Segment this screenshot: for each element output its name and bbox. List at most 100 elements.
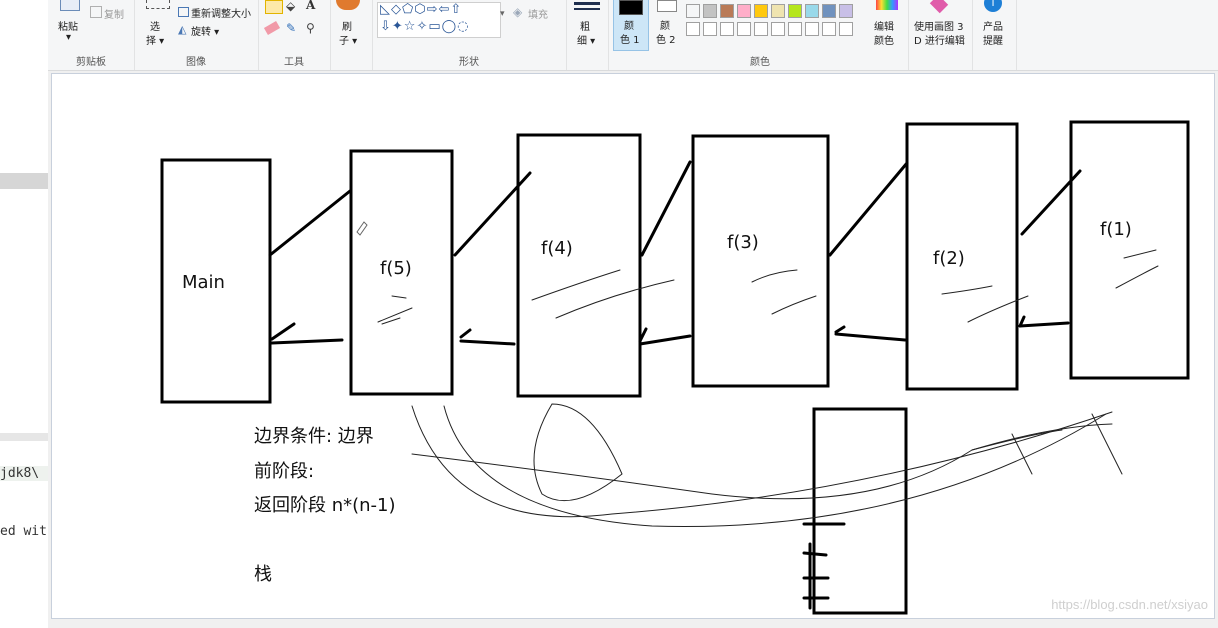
custom-swatch[interactable] (822, 22, 836, 36)
image-group: 选 择 ▾ 重新调整大小 ◭ 旋转 ▾ 图像 (134, 0, 259, 70)
pencil-icon[interactable] (265, 0, 283, 14)
box-f3 (691, 134, 830, 388)
custom-swatch[interactable] (839, 22, 853, 36)
product-alert-label-2: 提醒 (983, 36, 1003, 47)
label-f1: f(1) (1100, 219, 1132, 240)
palette-swatch[interactable] (771, 4, 785, 18)
brush-button[interactable]: 刷 (342, 18, 352, 33)
custom-swatch[interactable] (754, 22, 768, 36)
paint3d-button[interactable]: 使用画图 3 (914, 18, 964, 33)
stack-tick (802, 551, 828, 557)
select-icon (146, 0, 170, 9)
drawing-canvas[interactable]: Main f(5) f(4) f(3) f(2) f(1) 边界条件: 边界 前… (52, 74, 1214, 618)
image-group-label: 图像 (186, 57, 206, 68)
palette-swatch[interactable] (754, 4, 768, 18)
scribble-curve-1 (411, 405, 1113, 518)
custom-swatch[interactable] (771, 22, 785, 36)
rotate-button[interactable]: 旋转 (191, 27, 211, 38)
edit-colors-label-2: 颜色 (874, 36, 894, 47)
return-arrowhead (459, 328, 472, 339)
custom-swatch[interactable] (805, 22, 819, 36)
product-alert-button[interactable]: 产品 (983, 18, 1003, 33)
clipboard-group: 粘贴 ▾ 复制 剪贴板 (48, 0, 135, 70)
shapes-scroll-icon[interactable]: ▾ (500, 8, 505, 20)
paste-dropdown-icon[interactable]: ▾ (66, 32, 71, 43)
box-stack (812, 407, 908, 615)
copy-icon (90, 6, 102, 18)
resize-icon (178, 7, 189, 17)
note-return-phase: 返回阶段 n*(n-1) (254, 495, 396, 516)
tools-group-label: 工具 (284, 57, 304, 68)
resize-button[interactable]: 重新调整大小 (191, 5, 251, 20)
brush-group: 刷 子 ▾ (330, 0, 373, 70)
return-line-f1-f2 (1018, 321, 1070, 328)
custom-swatch[interactable] (720, 22, 734, 36)
call-line-main-f5 (268, 189, 352, 257)
custom-swatch[interactable] (788, 22, 802, 36)
size-dropdown-icon[interactable]: ▾ (587, 36, 595, 47)
fill-bucket-icon[interactable]: ⬙ (286, 0, 295, 12)
palette-swatch[interactable] (788, 4, 802, 18)
editor-scrollbar-band (0, 173, 48, 189)
return-arrowhead (270, 322, 296, 341)
palette-swatch[interactable] (703, 4, 717, 18)
custom-swatch[interactable] (686, 22, 700, 36)
color2-button[interactable]: 颜 色 2 (650, 0, 684, 50)
note-forward-phase: 前阶段: (254, 461, 315, 482)
shapes-group: ◺◇⬠⬡⇨⇦⇧ ⇩✦☆✧▭◯◌ ▾ ◈ 填充 形状 (372, 0, 567, 70)
color1-label-2: 色 1 (620, 35, 640, 46)
paint3d-icon (929, 0, 949, 14)
scribble-right (971, 413, 1123, 475)
watermark: https://blog.csdn.net/xsiyao (1051, 597, 1208, 612)
paste-button[interactable]: 粘贴 (58, 18, 78, 33)
product-alert-group: i 产品 提醒 (972, 0, 1017, 70)
return-line-f3-f4 (638, 334, 692, 346)
size-lines-icon (574, 2, 600, 5)
fill-button[interactable]: 填充 (528, 6, 548, 21)
info-icon: i (984, 0, 1002, 12)
eraser-icon[interactable] (263, 21, 281, 35)
edit-colors-button[interactable]: 编辑 (874, 18, 894, 33)
brush-dropdown-icon[interactable]: ▾ (349, 36, 357, 47)
clipboard-group-label: 剪贴板 (76, 57, 106, 68)
return-line-f2-f3 (834, 332, 907, 342)
palette-swatch[interactable] (720, 4, 734, 18)
color2-swatch (657, 0, 677, 12)
label-f2: f(2) (933, 248, 965, 269)
size-button[interactable]: 粗 (580, 18, 590, 33)
return-arrowhead (834, 325, 846, 334)
copy-button[interactable]: 复制 (104, 6, 124, 21)
scribble-f3 (751, 269, 817, 315)
color-picker-icon[interactable]: ✎ (286, 22, 296, 34)
palette-swatch[interactable] (822, 4, 836, 18)
box-f4 (516, 133, 642, 398)
note-boundary: 边界条件: 边界 (254, 426, 374, 447)
shapes-row-1-icon[interactable]: ◺◇⬠⬡⇨⇦⇧ (380, 3, 462, 16)
palette-swatch[interactable] (805, 4, 819, 18)
colors-group-label: 颜色 (750, 57, 770, 68)
palette-swatch[interactable] (839, 4, 853, 18)
text-icon[interactable]: A (306, 0, 315, 11)
custom-swatch[interactable] (703, 22, 717, 36)
label-f4: f(4) (541, 238, 573, 259)
select-button[interactable]: 选 (150, 18, 160, 33)
custom-swatch[interactable] (737, 22, 751, 36)
magnifier-icon[interactable]: ⚲ (306, 22, 315, 34)
brush-label-2: 子 (339, 36, 349, 47)
shapes-row-2-icon[interactable]: ⇩✦☆✧▭◯◌ (380, 20, 470, 33)
scribble-curve-2 (443, 405, 1107, 527)
color1-button[interactable]: 颜 色 1 (613, 0, 649, 51)
palette-swatch[interactable] (686, 4, 700, 18)
scribble-loop (533, 403, 623, 502)
brush-icon (336, 0, 360, 10)
rotate-dropdown-icon[interactable]: ▾ (211, 27, 219, 38)
return-line-f5-main (270, 338, 344, 345)
size-label-2: 细 (577, 36, 587, 47)
call-line-f3-f2 (828, 161, 909, 257)
label-f3: f(3) (727, 232, 759, 253)
fill-icon: ◈ (513, 5, 523, 19)
select-dropdown-icon[interactable]: ▾ (156, 36, 164, 47)
pencil-cursor-icon (356, 221, 368, 236)
palette-swatch[interactable] (737, 4, 751, 18)
scribble-f4 (531, 269, 675, 319)
